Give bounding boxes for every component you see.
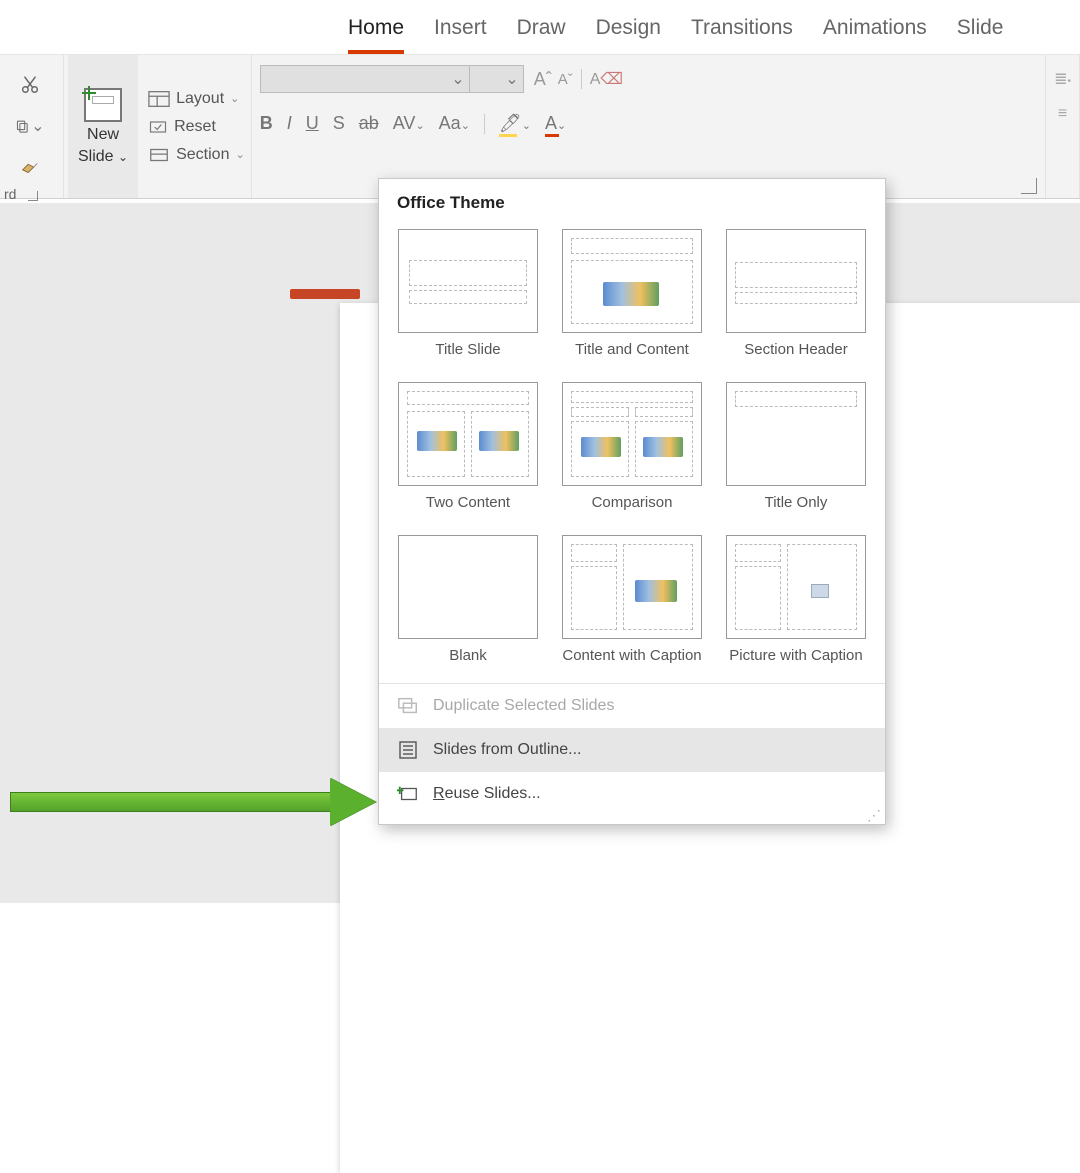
italic-button[interactable]: I	[287, 113, 292, 134]
highlight-button[interactable]: 🖊⌄	[499, 113, 531, 134]
increase-font-button[interactable]: Aˆ	[534, 69, 552, 90]
new-slide-label-2: Slide ⌄	[78, 148, 128, 166]
bold-button[interactable]: B	[260, 113, 273, 134]
font-size-select[interactable]: ⌄	[470, 65, 524, 93]
ribbon-tabs: Home Insert Draw Design Transitions Anim…	[0, 0, 1080, 54]
duplicate-icon	[397, 696, 419, 716]
ribbon-group-font: ⌄ ⌄ Aˆ Aˇ A⌫ B I U S ab AV⌄ Aa⌄ 🖊⌄ A⌄	[252, 55, 1046, 198]
duplicate-slides-item: Duplicate Selected Slides	[379, 684, 885, 728]
copy-button[interactable]: ⌄	[15, 111, 45, 141]
layout-section-header[interactable]: Section Header	[725, 229, 867, 360]
reuse-slides-item[interactable]: Reuse Slides...	[379, 772, 885, 816]
layout-picture-with-caption[interactable]: Picture with Caption	[725, 535, 867, 666]
layout-thumb	[562, 382, 702, 486]
layout-thumb	[562, 535, 702, 639]
tab-draw[interactable]: Draw	[517, 16, 566, 54]
ribbon-group-clipboard: ⌄	[0, 55, 64, 198]
cut-button[interactable]	[15, 69, 45, 99]
clear-formatting-button[interactable]: A⌫	[590, 69, 623, 89]
font-color-button[interactable]: A⌄	[545, 113, 566, 134]
reset-button[interactable]: Reset	[148, 118, 245, 136]
slides-from-outline-item[interactable]: Slides from Outline...	[379, 728, 885, 772]
dropdown-actions: Duplicate Selected Slides Slides from Ou…	[379, 683, 885, 816]
reuse-slides-label: Reuse Slides...	[433, 785, 541, 803]
change-case-button[interactable]: Aa⌄	[439, 113, 470, 134]
dropdown-title: Office Theme	[379, 179, 885, 219]
resize-grip-icon: ⋰	[867, 808, 879, 820]
layout-comparison[interactable]: Comparison	[561, 382, 703, 513]
font-group-launcher[interactable]	[1021, 178, 1037, 194]
layout-title-and-content[interactable]: Title and Content	[561, 229, 703, 360]
font-family-select[interactable]: ⌄	[260, 65, 470, 93]
layout-gallery: Title Slide Title and Content Section He…	[379, 219, 885, 679]
ribbon-group-slides: New Slide ⌄ Layout⌄ Reset Section⌄	[68, 55, 252, 198]
tab-home[interactable]: Home	[348, 16, 404, 54]
reuse-icon	[397, 784, 419, 804]
picture-placeholder-icon	[811, 584, 829, 598]
layout-thumb	[398, 229, 538, 333]
layout-thumb	[726, 382, 866, 486]
layout-thumb	[726, 229, 866, 333]
clipboard-group-label: rd	[4, 186, 38, 202]
layout-button[interactable]: Layout⌄	[148, 90, 245, 108]
format-painter-button[interactable]	[15, 153, 45, 183]
new-slide-dropdown: Office Theme Title Slide Title and Conte…	[378, 178, 886, 825]
layout-thumb	[726, 535, 866, 639]
ribbon-group-paragraph: ≣• ≡	[1046, 55, 1080, 198]
layout-two-content[interactable]: Two Content	[397, 382, 539, 513]
char-spacing-button[interactable]: AV⌄	[393, 113, 425, 134]
tab-insert[interactable]: Insert	[434, 16, 487, 54]
decrease-font-button[interactable]: Aˇ	[558, 71, 573, 88]
tab-slideshow[interactable]: Slide	[957, 16, 1004, 54]
align-button[interactable]: ≡	[1058, 105, 1067, 123]
layout-title-slide[interactable]: Title Slide	[397, 229, 539, 360]
new-slide-button[interactable]: New Slide ⌄	[68, 55, 138, 198]
layout-thumb	[398, 535, 538, 639]
tab-design[interactable]: Design	[596, 16, 661, 54]
layout-content-with-caption[interactable]: Content with Caption	[561, 535, 703, 666]
layout-title-only[interactable]: Title Only	[725, 382, 867, 513]
font-style-row: B I U S ab AV⌄ Aa⌄ 🖊⌄ A⌄	[260, 113, 567, 134]
new-slide-label-1: New	[87, 126, 119, 144]
new-slide-icon	[84, 88, 122, 122]
font-pickers: ⌄ ⌄ Aˆ Aˇ A⌫	[260, 65, 623, 93]
layout-blank[interactable]: Blank	[397, 535, 539, 666]
clipboard-group-launcher[interactable]	[28, 191, 38, 201]
layout-thumb	[562, 229, 702, 333]
bullets-button[interactable]: ≣•	[1054, 69, 1071, 89]
section-button[interactable]: Section⌄	[148, 146, 245, 164]
layout-thumb	[398, 382, 538, 486]
underline-button[interactable]: U	[306, 113, 319, 134]
slides-subgroup: Layout⌄ Reset Section⌄	[142, 82, 251, 172]
outline-icon	[397, 740, 419, 760]
shadow-button[interactable]: S	[333, 113, 345, 134]
slide-thumbnail-strip[interactable]	[290, 289, 360, 299]
strikethrough-button[interactable]: ab	[359, 113, 379, 134]
tab-transitions[interactable]: Transitions	[691, 16, 793, 54]
tab-animations[interactable]: Animations	[823, 16, 927, 54]
